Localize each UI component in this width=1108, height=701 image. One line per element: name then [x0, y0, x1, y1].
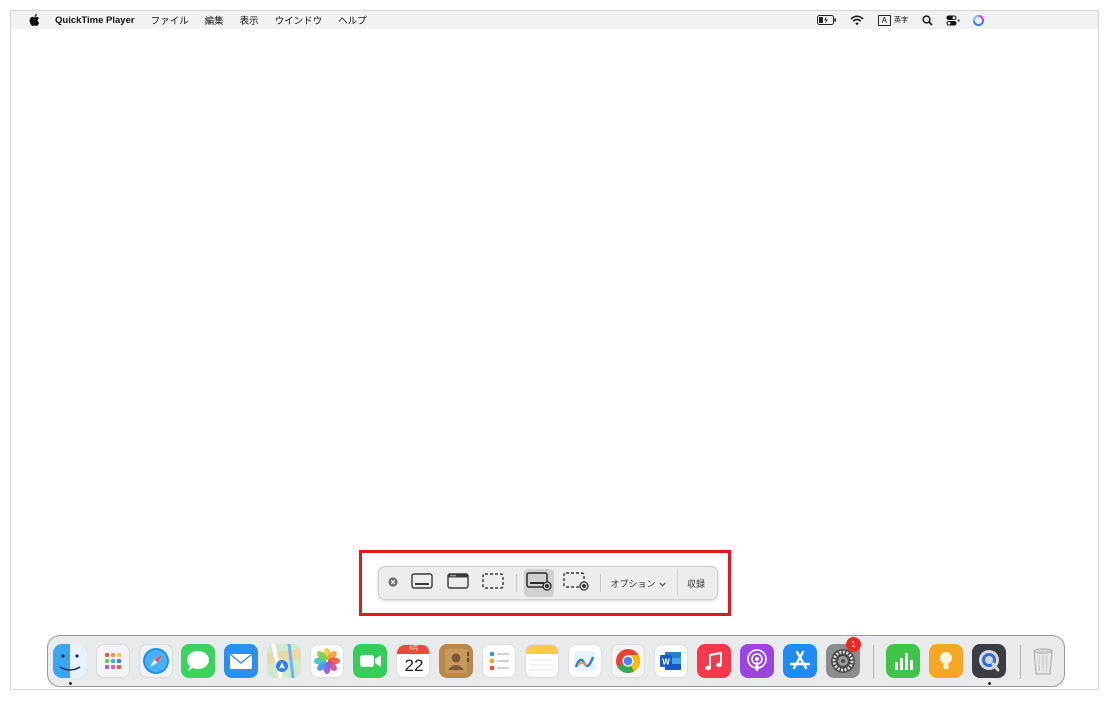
- messages-icon[interactable]: [181, 644, 215, 678]
- calendar-month: 6月: [397, 645, 429, 654]
- chrome-icon[interactable]: [611, 644, 645, 678]
- running-indicator: [69, 682, 72, 685]
- dock-divider: [873, 645, 874, 679]
- record-label: 収録: [686, 578, 705, 589]
- capture-selection-button[interactable]: [480, 567, 506, 599]
- svg-text:W: W: [662, 658, 670, 667]
- capture-toolbar: オプション 収録: [378, 566, 718, 600]
- options-label: オプション: [610, 578, 656, 589]
- safari-icon[interactable]: [139, 644, 173, 678]
- close-button[interactable]: [384, 567, 402, 599]
- dock-divider: [1020, 645, 1021, 679]
- notification-badge: 1: [846, 637, 861, 652]
- podcasts-icon[interactable]: [740, 644, 774, 678]
- menu-help[interactable]: ヘルプ: [338, 13, 367, 27]
- input-source-menu[interactable]: A 英字: [877, 11, 908, 29]
- menu-bar: QuickTime Player ファイル 編集 表示 ウインドウ ヘルプ A …: [11, 11, 1098, 29]
- spotlight-search-icon[interactable]: [920, 11, 934, 29]
- apple-logo-icon[interactable]: [27, 13, 41, 27]
- wifi-icon[interactable]: [849, 11, 865, 29]
- capture-window-button[interactable]: [445, 567, 471, 599]
- desktop: QuickTime Player ファイル 編集 表示 ウインドウ ヘルプ A …: [10, 10, 1099, 690]
- close-icon: [388, 574, 398, 592]
- record-entire-screen-button[interactable]: [525, 567, 553, 599]
- photos-icon[interactable]: [310, 644, 344, 678]
- siri-icon[interactable]: [971, 11, 985, 29]
- running-indicator: [988, 682, 991, 685]
- app-store-icon[interactable]: [783, 644, 817, 678]
- input-source-box: A: [877, 14, 891, 26]
- record-selection-button[interactable]: [561, 567, 591, 599]
- trash-icon[interactable]: [1026, 644, 1060, 678]
- menu-file[interactable]: ファイル: [151, 13, 189, 27]
- quicktime-icon[interactable]: [972, 644, 1006, 678]
- record-button[interactable]: 収録: [677, 569, 714, 597]
- menu-view[interactable]: 表示: [240, 13, 259, 27]
- status-menus: A 英字: [815, 11, 1098, 29]
- notes-icon[interactable]: [525, 644, 559, 678]
- mail-icon[interactable]: [224, 644, 258, 678]
- options-menu-button[interactable]: オプション: [607, 567, 669, 599]
- menu-quicktime-player[interactable]: QuickTime Player: [55, 15, 135, 26]
- facetime-icon[interactable]: [353, 644, 387, 678]
- menu-window[interactable]: ウインドウ: [275, 13, 323, 27]
- numbers-icon[interactable]: [886, 644, 920, 678]
- capture-entire-screen-icon: [411, 572, 433, 594]
- maps-icon[interactable]: [267, 644, 301, 678]
- control-center-icon[interactable]: [945, 11, 961, 29]
- finder-icon[interactable]: [53, 644, 87, 678]
- chevron-down-icon: [658, 574, 666, 592]
- calendar-day: 22: [404, 656, 424, 675]
- calendar-icon[interactable]: 6月 22: [396, 644, 430, 678]
- input-source-label: 英字: [894, 17, 908, 24]
- toolbar-divider: [516, 574, 517, 592]
- capture-window-icon: [447, 572, 469, 594]
- keynote-icon[interactable]: [929, 644, 963, 678]
- toolbar-divider: [600, 574, 601, 592]
- battery-charging-icon[interactable]: [815, 11, 839, 29]
- music-icon[interactable]: [697, 644, 731, 678]
- freeform-icon[interactable]: [568, 644, 602, 678]
- system-settings-icon[interactable]: 1: [826, 637, 861, 678]
- contacts-icon[interactable]: [439, 644, 473, 678]
- record-selection-icon: [563, 571, 589, 596]
- record-entire-screen-icon: [526, 571, 552, 596]
- dock: 6月 22 W 1: [47, 635, 1065, 687]
- menu-edit[interactable]: 編集: [205, 13, 224, 27]
- launchpad-icon[interactable]: [96, 644, 130, 678]
- capture-selection-icon: [482, 572, 504, 594]
- capture-entire-screen-button[interactable]: [409, 567, 435, 599]
- reminders-icon[interactable]: [482, 644, 516, 678]
- word-icon[interactable]: W: [654, 644, 688, 678]
